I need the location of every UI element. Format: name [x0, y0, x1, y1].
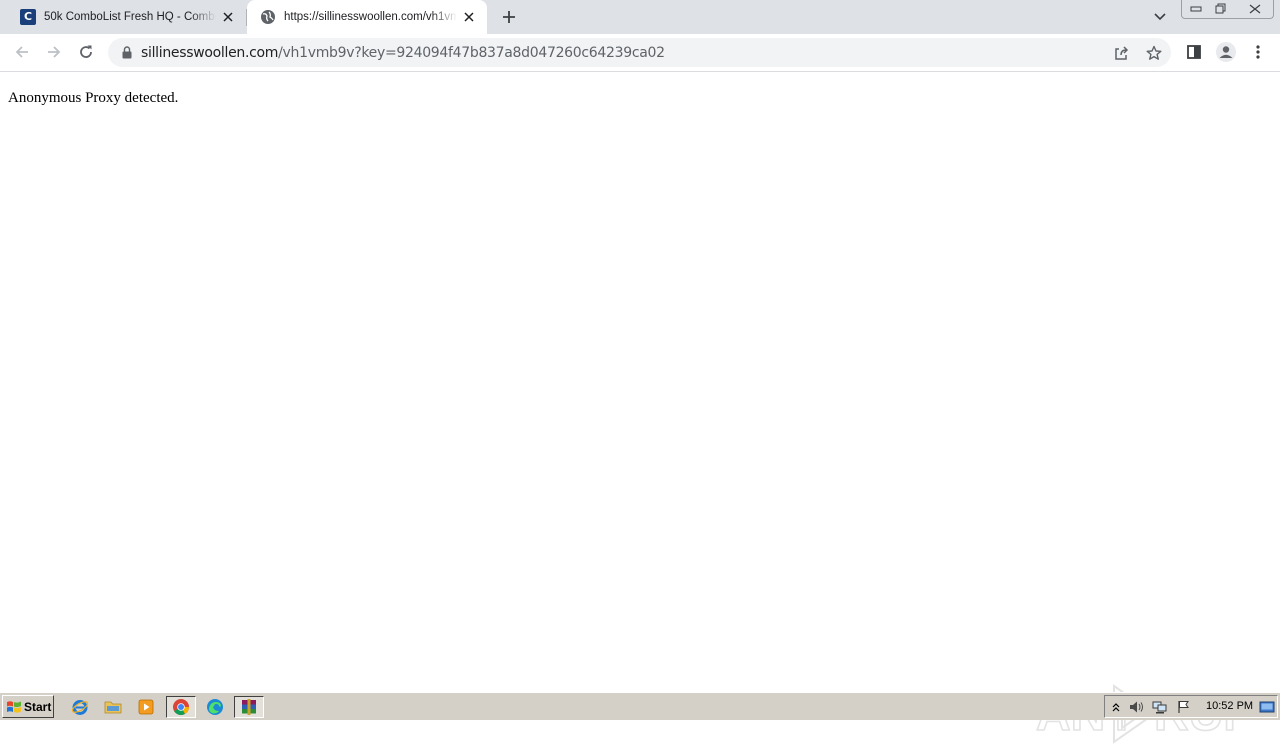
back-arrow-icon[interactable]	[10, 40, 34, 64]
close-tab-icon[interactable]	[461, 9, 477, 25]
chevron-down-icon[interactable]	[1151, 8, 1169, 26]
system-tray: 10:52 PM	[1104, 695, 1278, 718]
tab-sillinesswoollen[interactable]: https://sillinesswoollen.com/vh1vmb9v?ke…	[247, 0, 487, 34]
lock-icon[interactable]	[120, 45, 134, 60]
kebab-menu-icon[interactable]	[1246, 40, 1270, 64]
winrar-icon[interactable]	[234, 696, 264, 718]
speaker-volume-icon[interactable]	[1129, 699, 1145, 715]
taskbar-clock[interactable]: 10:52 PM	[1206, 700, 1253, 712]
chrome-icon[interactable]	[166, 696, 196, 718]
tab-combolist[interactable]: C 50k ComboList Fresh HQ - Combo List	[0, 0, 247, 34]
media-player-icon[interactable]	[134, 696, 158, 718]
new-tab-plus-icon[interactable]	[499, 7, 519, 27]
url-text[interactable]: sillinesswoollen.com/vh1vmb9v?key=924094…	[141, 45, 665, 61]
windows-flag-icon	[7, 700, 21, 713]
forward-arrow-icon[interactable]	[42, 40, 66, 64]
start-button[interactable]: Start	[2, 695, 54, 718]
network-icon[interactable]	[1152, 699, 1168, 715]
url-domain: sillinesswoollen.com	[141, 45, 279, 61]
close-tab-icon[interactable]	[220, 9, 236, 25]
proxy-detected-message: Anonymous Proxy detected.	[8, 90, 179, 106]
address-bar[interactable]: sillinesswoollen.com/vh1vmb9v?key=924094…	[108, 38, 1171, 67]
tab-title: 50k ComboList Fresh HQ - Combo List	[44, 11, 216, 23]
tab-title: https://sillinesswoollen.com/vh1vmb9v?ke…	[284, 11, 457, 23]
file-explorer-icon[interactable]	[101, 696, 125, 718]
show-hidden-icons-chevron-up-icon[interactable]	[1108, 699, 1124, 715]
restore-icon[interactable]	[1208, 0, 1234, 18]
reload-icon[interactable]	[74, 40, 98, 64]
windows-taskbar: Start 10:52 PM	[0, 692, 1280, 720]
edge-icon[interactable]	[203, 696, 227, 718]
globe-icon	[260, 9, 276, 25]
bookmark-star-icon[interactable]	[1144, 43, 1164, 63]
tab-strip: C 50k ComboList Fresh HQ - Combo List ht…	[0, 0, 1280, 34]
minimize-icon[interactable]	[1183, 0, 1209, 18]
action-center-flag-icon[interactable]	[1176, 699, 1192, 715]
combolist-favicon-icon: C	[20, 9, 36, 25]
window-close-icon[interactable]	[1240, 0, 1270, 18]
start-label: Start	[24, 699, 52, 714]
profile-avatar-icon[interactable]	[1214, 40, 1238, 64]
url-path: /vh1vmb9v?key=924094f47b837a8d047260c642…	[278, 45, 665, 61]
internet-explorer-icon[interactable]	[68, 696, 92, 718]
side-panel-icon[interactable]	[1182, 40, 1206, 64]
share-icon[interactable]	[1111, 43, 1131, 63]
page-content: Anonymous Proxy detected. ANY RUN	[0, 72, 1280, 744]
browser-toolbar: sillinesswoollen.com/vh1vmb9v?key=924094…	[0, 34, 1280, 72]
show-desktop-icon[interactable]	[1259, 699, 1275, 715]
